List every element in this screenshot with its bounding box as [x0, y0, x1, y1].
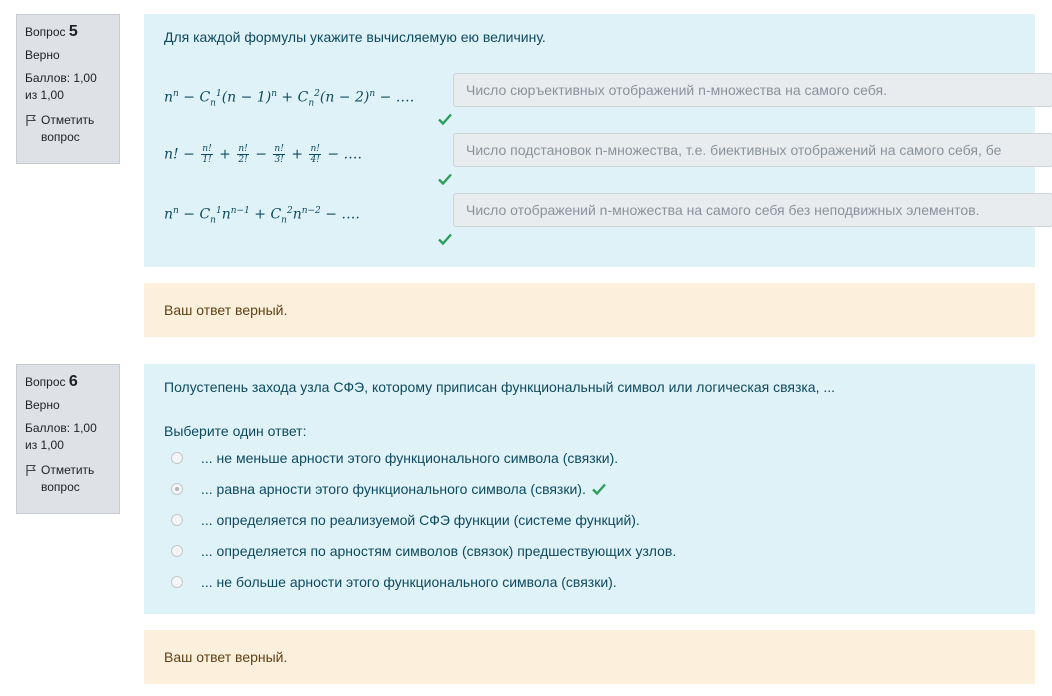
answer-option[interactable]: ... не больше арности этого функциональн…: [171, 572, 617, 592]
answer-select-1[interactable]: Число сюръективных отображений n-множест…: [453, 73, 1052, 107]
question-5-content: Для каждой формулы укажите вычисляемую е…: [144, 14, 1052, 267]
formula-3: nn − Cn1nn−1 + Cn2nn−2 − ….: [164, 206, 360, 226]
radio-button[interactable]: [171, 514, 183, 526]
radio-button[interactable]: [171, 576, 183, 588]
feedback-text: Ваш ответ верный.: [164, 649, 288, 665]
flag-label: Отметить вопрос: [41, 463, 95, 494]
question-6-feedback: Ваш ответ верный.: [144, 630, 1035, 684]
answer-select-2[interactable]: Число подстановок n-множества, т.е. биек…: [453, 133, 1052, 167]
answer-option[interactable]: ... определяется по реализуемой СФЭ функ…: [171, 510, 640, 530]
question-text: Для каждой формулы укажите вычисляемую е…: [164, 29, 546, 45]
option-label: ... равна арности этого функционального …: [201, 481, 586, 497]
radio-button-selected[interactable]: [171, 483, 183, 495]
flag-icon: [26, 115, 37, 126]
flag-question-button[interactable]: Отметить вопрос: [25, 462, 111, 496]
flag-label: Отметить вопрос: [41, 113, 95, 144]
correct-check-icon: [438, 173, 452, 185]
question-number: Вопрос 5: [25, 23, 78, 40]
answer-prompt: Выберите один ответ:: [164, 423, 307, 439]
correct-check-icon: [438, 113, 452, 125]
flag-question-button[interactable]: Отметить вопрос: [25, 112, 111, 146]
question-score: Баллов: 1,00 из 1,00: [25, 71, 97, 102]
option-label: ... определяется по реализуемой СФЭ функ…: [201, 512, 640, 528]
option-label: ... определяется по арностям символов (с…: [201, 543, 677, 559]
radio-button[interactable]: [171, 545, 183, 557]
flag-icon: [26, 465, 37, 476]
feedback-text: Ваш ответ верный.: [164, 302, 288, 318]
correct-check-icon: [591, 483, 606, 495]
question-number: Вопрос 6: [25, 373, 78, 390]
answer-option[interactable]: ... не меньше арности этого функциональн…: [171, 448, 618, 468]
option-label: ... не больше арности этого функциональн…: [201, 574, 617, 590]
question-score: Баллов: 1,00 из 1,00: [25, 421, 97, 452]
question-6-content: Полустепень захода узла СФЭ, которому пр…: [144, 364, 1035, 614]
formula-2: n! − n! 1! + n! 2! − n! 3! + n! 4! − ….: [164, 144, 362, 165]
option-label: ... не меньше арности этого функциональн…: [201, 450, 619, 466]
correct-check-icon: [438, 233, 452, 245]
answer-select-3[interactable]: Число отображений n-множества на самого …: [453, 193, 1052, 227]
question-6-info: Вопрос 6 Верно Баллов: 1,00 из 1,00 Отме…: [16, 364, 120, 514]
radio-button[interactable]: [171, 452, 183, 464]
question-text: Полустепень захода узла СФЭ, которому пр…: [164, 379, 836, 395]
question-5-feedback: Ваш ответ верный.: [144, 283, 1035, 337]
answer-option[interactable]: ... равна арности этого функционального …: [171, 479, 606, 499]
formula-1: nn − Cn1(n − 1)n + Cn2(n − 2)n − ….: [164, 89, 415, 109]
question-status: Верно: [25, 48, 60, 62]
question-status: Верно: [25, 398, 60, 412]
answer-option[interactable]: ... определяется по арностям символов (с…: [171, 541, 676, 561]
question-5-info: Вопрос 5 Верно Баллов: 1,00 из 1,00 Отме…: [16, 14, 120, 164]
